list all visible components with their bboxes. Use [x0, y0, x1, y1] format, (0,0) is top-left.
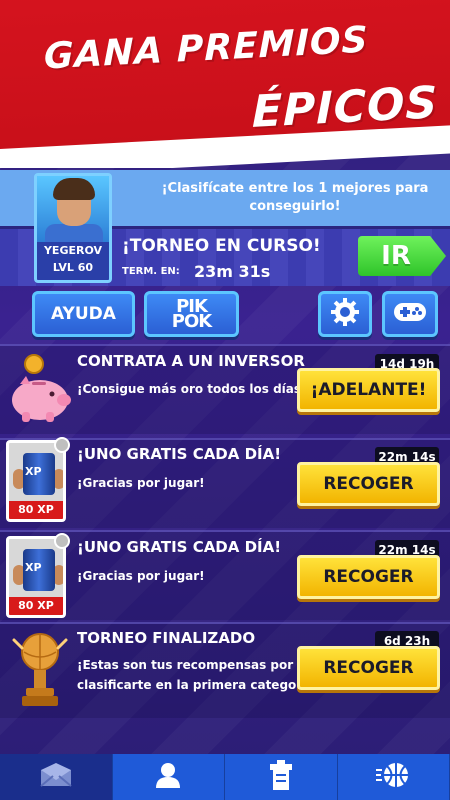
user-icon	[153, 760, 183, 794]
player-card[interactable]: YEGEROV LVL 60	[34, 173, 112, 283]
games-button[interactable]	[382, 291, 438, 337]
collect-button[interactable]: RECOGER	[297, 462, 440, 506]
trophy-stand-icon	[264, 758, 298, 796]
tab-mail[interactable]	[0, 754, 113, 800]
pikpok-button[interactable]: PIK POK	[144, 291, 239, 337]
settings-button[interactable]	[318, 291, 372, 337]
piggy-bank-icon	[8, 352, 72, 428]
help-button[interactable]: AYUDA	[32, 291, 135, 337]
tab-leaderboard[interactable]	[225, 754, 338, 800]
xp-reward-card: XP 80 XP	[6, 536, 66, 618]
player-level: LVL 60	[52, 261, 94, 274]
term-label: TERM. EN:	[122, 266, 180, 277]
gear-icon	[330, 297, 360, 331]
xp-amount: 80 XP	[9, 501, 63, 519]
collect-button[interactable]: RECOGER	[297, 646, 440, 690]
tournament-status: ¡TORNEO EN CURSO!	[122, 236, 321, 256]
tournament-info-text: ¡Clasifícate entre los 1 mejores para co…	[150, 180, 440, 216]
tab-profile[interactable]	[113, 754, 225, 800]
tournament-info-line2: conseguirlo!	[249, 199, 341, 214]
go-ahead-button[interactable]: ¡ADELANTE!	[297, 368, 440, 412]
row-subtitle: ¡Gracias por jugar!	[77, 476, 205, 490]
row-subtitle: ¡Gracias por jugar!	[77, 569, 205, 583]
xp-amount: 80 XP	[9, 597, 63, 615]
tab-game[interactable]	[338, 754, 450, 800]
tournament-info-line1: ¡Clasifícate entre los 1 mejores para	[161, 181, 429, 196]
player-name-plate: YEGEROV LVL 60	[37, 242, 109, 280]
xp-reward-card: XP 80 XP	[6, 440, 66, 522]
bottom-nav	[0, 754, 450, 800]
go-button[interactable]: IR	[358, 236, 446, 276]
player-portrait	[37, 176, 109, 244]
term-time: 23m 31s	[194, 262, 271, 281]
trophy-icon	[10, 626, 70, 716]
row-subtitle: ¡Estas son tus recompensas por	[77, 658, 294, 672]
row-subtitle-line2: clasificarte en la primera categoría!	[77, 678, 320, 692]
promo-banner: GANA PREMIOS ÉPICOS	[0, 0, 450, 168]
collect-button[interactable]: RECOGER	[297, 555, 440, 599]
pikpok-logo: PIK POK	[171, 298, 212, 332]
row-title: TORNEO FINALIZADO	[77, 629, 256, 647]
row-title: ¡UNO GRATIS CADA DÍA!	[77, 538, 282, 556]
row-subtitle: ¡Consigue más oro todos los días!	[77, 382, 307, 396]
xp-card-text: XP	[25, 561, 42, 574]
banner-title-line2: ÉPICOS	[252, 77, 439, 138]
mail-icon	[39, 762, 73, 792]
row-title: CONTRATA A UN INVERSOR	[77, 352, 305, 370]
status-dot-icon	[54, 437, 70, 453]
basketball-icon	[376, 760, 410, 794]
player-name: YEGEROV	[43, 244, 103, 257]
xp-card-text: XP	[25, 465, 42, 478]
status-dot-icon	[54, 533, 70, 549]
gamepad-icon	[393, 300, 427, 328]
row-title: ¡UNO GRATIS CADA DÍA!	[77, 445, 282, 463]
pikpok-logo-line2: POK	[171, 311, 212, 332]
